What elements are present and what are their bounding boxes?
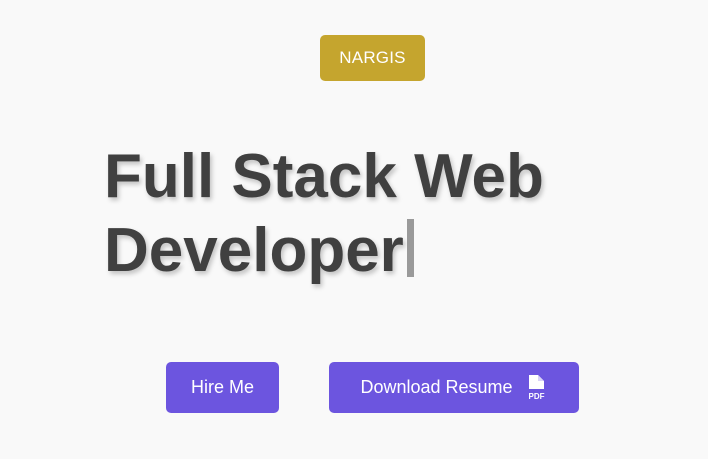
pdf-icon-text: PDF — [528, 392, 544, 401]
headline: Full Stack Web Developer — [104, 140, 664, 288]
typing-cursor — [406, 219, 414, 277]
name-badge: NARGIS — [320, 35, 425, 81]
pdf-file-icon: PDF — [526, 374, 548, 401]
hire-me-label: Hire Me — [190, 377, 254, 397]
download-resume-label: Download Resume — [360, 377, 513, 397]
headline-line-2-text: Developer — [104, 216, 404, 285]
hire-me-button[interactable]: Hire Me — [166, 362, 279, 413]
headline-line-1: Full Stack Web — [104, 142, 544, 211]
download-resume-button[interactable]: Download Resume PDF — [329, 362, 579, 413]
hero-section: NARGIS Full Stack Web Developer Hire Me … — [0, 0, 708, 459]
headline-line-2: Developer — [104, 214, 664, 288]
